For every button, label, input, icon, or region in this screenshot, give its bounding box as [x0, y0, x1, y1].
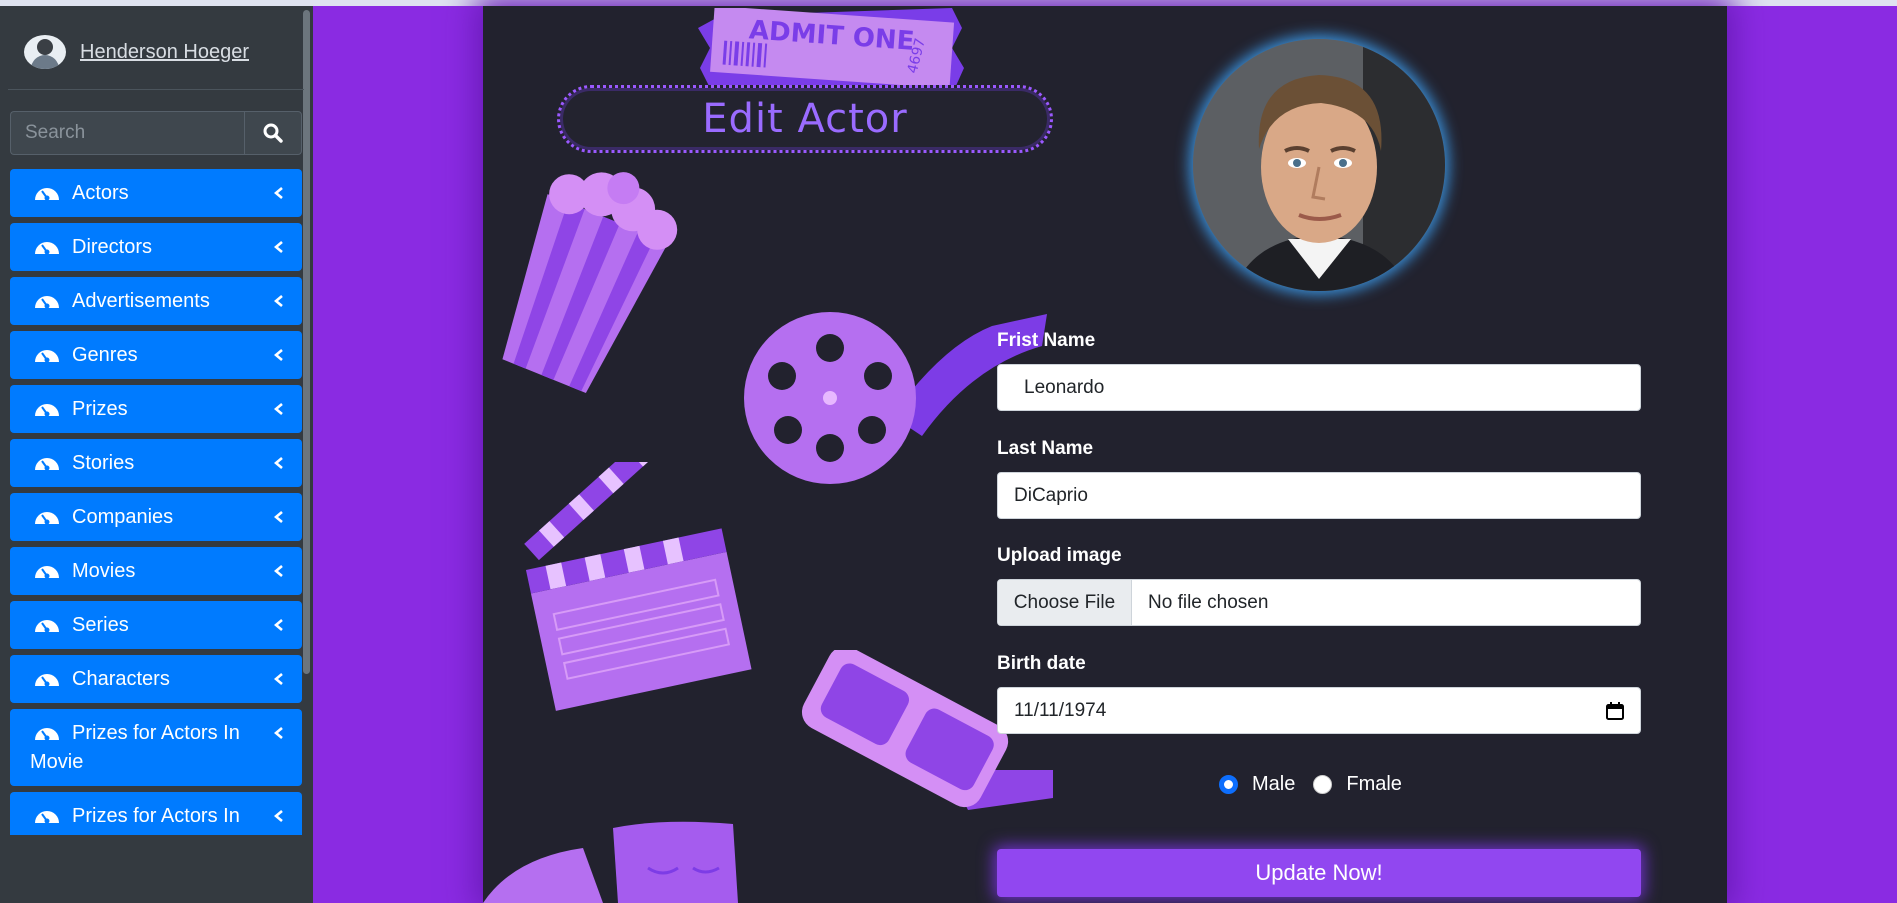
sidebar-item-label: Characters [72, 668, 170, 690]
male-radio[interactable] [1219, 775, 1238, 794]
sidebar-item-label: Movies [72, 560, 136, 582]
popcorn-icon [502, 172, 678, 393]
sidebar-item-characters[interactable]: Characters [10, 655, 302, 703]
sidebar-item-label: Directors [72, 236, 153, 258]
gauge-icon [35, 350, 59, 363]
sidebar-item-directors[interactable]: Directors [10, 223, 302, 271]
sidebar-item-movies[interactable]: Movies [10, 547, 302, 595]
sidebar-item-companies[interactable]: Companies [10, 493, 302, 541]
sidebar-item-label: Series [72, 614, 129, 636]
gauge-icon [35, 242, 59, 255]
ticket-icon: ADMIT ONE 4697 [698, 8, 964, 88]
gender-radio-group: Male Fmale [1219, 773, 1420, 796]
choose-file-button[interactable]: Choose File [998, 580, 1132, 625]
chevron-left-icon [274, 295, 283, 307]
first-name-value: Leonardo [1024, 376, 1105, 398]
chevron-left-icon [274, 403, 283, 415]
update-now-button[interactable]: Update Now! [997, 849, 1641, 897]
gauge-icon [35, 674, 59, 687]
sidebar-item-prizes-for-actors-in-movie[interactable]: Prizes for Actors In Movie [10, 709, 302, 786]
chevron-left-icon [274, 810, 283, 822]
female-radio-label: Fmale [1346, 773, 1402, 795]
page-title: Edit Actor [702, 96, 908, 142]
first-name-label: Frist Name [997, 330, 1096, 351]
gauge-icon [35, 566, 59, 579]
sidebar-item-prizes[interactable]: Prizes [10, 385, 302, 433]
chevron-left-icon [274, 727, 283, 739]
gauge-icon [35, 811, 59, 824]
chevron-left-icon [274, 349, 283, 361]
sidebar-search [10, 111, 302, 157]
last-name-input[interactable]: DiCaprio [997, 472, 1641, 519]
gauge-icon [35, 296, 59, 309]
male-radio-label: Male [1252, 773, 1296, 795]
sidebar-nav: Actors Directors Advertisements Genres P… [10, 169, 302, 835]
calendar-icon[interactable] [1606, 702, 1624, 720]
birth-date-input[interactable]: 11/11/1974 [997, 687, 1641, 734]
gauge-icon [35, 458, 59, 471]
sidebar-item-label: Stories [72, 452, 135, 474]
gauge-icon [35, 728, 59, 741]
birth-date-value: 11/11/1974 [1014, 699, 1107, 721]
page-title-banner: Edit Actor [557, 85, 1053, 153]
chevron-left-icon [274, 673, 283, 685]
sidebar-item-label: Prizes for Actors In Movie [30, 722, 240, 773]
sidebar-divider [8, 89, 304, 90]
search-input[interactable] [10, 111, 244, 155]
upload-image-input[interactable]: Choose File No file chosen [997, 579, 1641, 626]
sidebar-item-genres[interactable]: Genres [10, 331, 302, 379]
theater-masks-icon [483, 821, 738, 903]
gauge-icon [35, 188, 59, 201]
birth-date-label: Birth date [997, 653, 1086, 674]
user-name-link[interactable]: Henderson Hoeger [80, 41, 249, 64]
chevron-left-icon [274, 187, 283, 199]
search-button[interactable] [244, 111, 302, 155]
search-icon [263, 123, 283, 143]
female-radio[interactable] [1313, 775, 1333, 794]
chevron-left-icon [274, 511, 283, 523]
sidebar-item-label: Prizes for Actors In [72, 805, 240, 827]
upload-image-label: Upload image [997, 545, 1122, 566]
first-name-input[interactable]: Leonardo [997, 364, 1641, 411]
file-status: No file chosen [1148, 591, 1269, 613]
last-name-value: DiCaprio [1014, 484, 1088, 506]
sidebar-item-label: Prizes [72, 398, 128, 420]
chevron-left-icon [274, 565, 283, 577]
sidebar-item-label: Companies [72, 506, 174, 528]
sidebar-item-stories[interactable]: Stories [10, 439, 302, 487]
clapperboard-icon [524, 462, 752, 711]
user-panel: Henderson Hoeger [24, 30, 249, 74]
actor-photo [1193, 39, 1445, 291]
gauge-icon [35, 404, 59, 417]
sidebar-item-label: Advertisements [72, 290, 210, 312]
sidebar-item-label: Genres [72, 344, 138, 366]
gauge-icon [35, 512, 59, 525]
sidebar-item-label: Actors [72, 182, 129, 204]
chevron-left-icon [274, 241, 283, 253]
avatar [24, 35, 66, 69]
sidebar-item-series[interactable]: Series [10, 601, 302, 649]
chevron-left-icon [274, 457, 283, 469]
actor-portrait-image [1193, 39, 1445, 291]
sidebar-scrollbar[interactable] [303, 10, 310, 674]
sidebar-item-prizes-for-actors-in[interactable]: Prizes for Actors In [10, 792, 302, 835]
last-name-label: Last Name [997, 438, 1094, 459]
3d-glasses-icon [801, 650, 1053, 810]
gauge-icon [35, 620, 59, 633]
sidebar-item-actors[interactable]: Actors [10, 169, 302, 217]
chevron-left-icon [274, 619, 283, 631]
sidebar-item-advertisements[interactable]: Advertisements [10, 277, 302, 325]
sidebar: Henderson Hoeger Actors Directors Advert… [0, 6, 313, 903]
